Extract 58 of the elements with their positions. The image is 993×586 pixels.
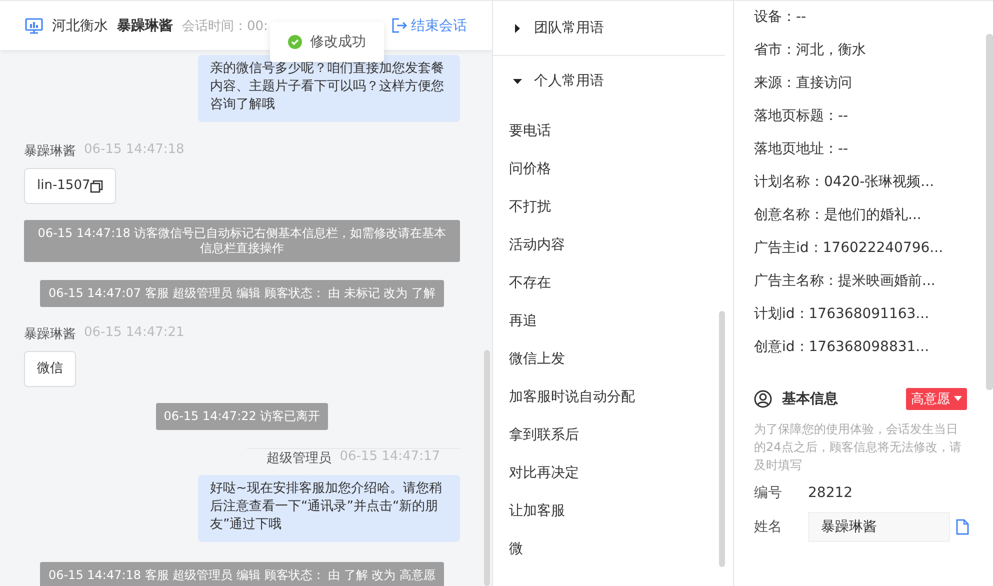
section-title: 基本信息 [782,390,838,408]
phrase-item[interactable]: 要电话 [493,112,733,150]
info-field: 广告主id：176022240796... [754,232,973,265]
phrase-item[interactable]: 让加客服 [493,492,733,530]
message-bubble: 好哒~现在安排客服加您介绍哈。请您稍后注意查看一下“通讯录”并点击“新的朋友”通过下哦 [198,475,460,542]
system-notice: 06-15 14:47:07 客服 超级管理员 编辑 顾客状态： 由 未标记 改为 了解 [40,280,444,307]
field-label: 编号 [754,484,783,502]
sender-name: 暴躁琳酱 [24,326,76,343]
info-field: 广告主名称：提米映画婚前... [754,265,973,298]
phrase-item[interactable]: 拿到联系后 [493,416,733,454]
sender-name: 暴躁琳酱 [24,143,76,160]
toast-text: 修改成功 [310,33,366,51]
info-field: 来源：直接访问 [754,67,973,100]
phrase-item[interactable]: 加客服时说自动分配 [493,378,733,416]
info-field: 计划id：176368091163... [754,298,973,331]
phrase-item[interactable]: 不打扰 [493,188,733,226]
info-field: 创意名称：是他们的婚礼... [754,199,973,232]
caret-icon [513,76,522,86]
phrase-group-header[interactable]: 个人常用语 [493,56,725,106]
phrase-item[interactable]: 微 [493,530,733,568]
info-field: 落地页地址：-- [754,133,973,166]
name-field[interactable]: 暴躁琳酱 [808,512,950,542]
info-field: 落地页标题：-- [754,100,973,133]
phrase-item[interactable]: 问价格 [493,150,733,188]
field-value: 28212 [808,485,853,501]
info-field: 设备：-- [754,1,973,34]
notice-text: 为了保障您的使用体验，会话发生当日的24点之后，顾客信息将无法修改，请及时填写 [754,421,962,474]
location-text: 河北衡水 [52,16,108,34]
field-label: 姓名 [754,518,783,536]
phrase-item[interactable]: 对比再决定 [493,454,733,492]
system-notice: 06-15 14:47:18 访客微信号已自动标记右侧基本信息栏，如需修改请在基本信息栏直接操作 [24,220,460,262]
session-time: 会话时间：00: [182,18,268,34]
copy-icon[interactable] [90,180,104,192]
caret-icon [513,24,522,32]
caret-icon [954,396,962,402]
info-field: 计划名称：0420-张琳视频... [754,166,973,199]
check-icon [288,35,302,49]
message-bubble: 微信 [24,351,76,387]
info-field: 省市：河北，衡水 [754,34,973,67]
system-notice: 06-15 14:47:18 客服 超级管理员 编辑 顾客状态： 由 了解 改为 高意愿 [40,562,444,586]
phrase-item[interactable]: 活动内容 [493,226,733,264]
monitor-icon [25,18,43,34]
exit-icon [392,18,408,33]
info-field: 创意id：176368098831... [754,331,973,364]
phrase-group-header[interactable]: 团队常用语 [493,1,725,56]
phrase-item[interactable]: 再追 [493,302,733,340]
sender-name: 超级管理员 [266,450,332,467]
message-bubble: 亲的微信号多少呢？咱们直接加您发套餐内容、主题片子看下可以吗？这样方便您咨询了解哦 [198,55,460,122]
phrase-item[interactable]: 微信上发 [493,340,733,378]
customer-name: 暴躁琳酱 [117,16,173,34]
message-bubble: lin-1507 [24,168,116,204]
phrase-item[interactable]: 不存在 [493,264,733,302]
message-time: 06-15 14:47:17 [340,449,440,466]
system-notice: 06-15 14:47:22 访客已离开 [156,403,328,430]
message-time: 06-15 14:47:18 [84,142,184,159]
message-time: 06-15 14:47:21 [84,325,184,342]
user-icon [754,390,772,408]
status-dropdown[interactable]: 高意愿 [906,388,967,410]
